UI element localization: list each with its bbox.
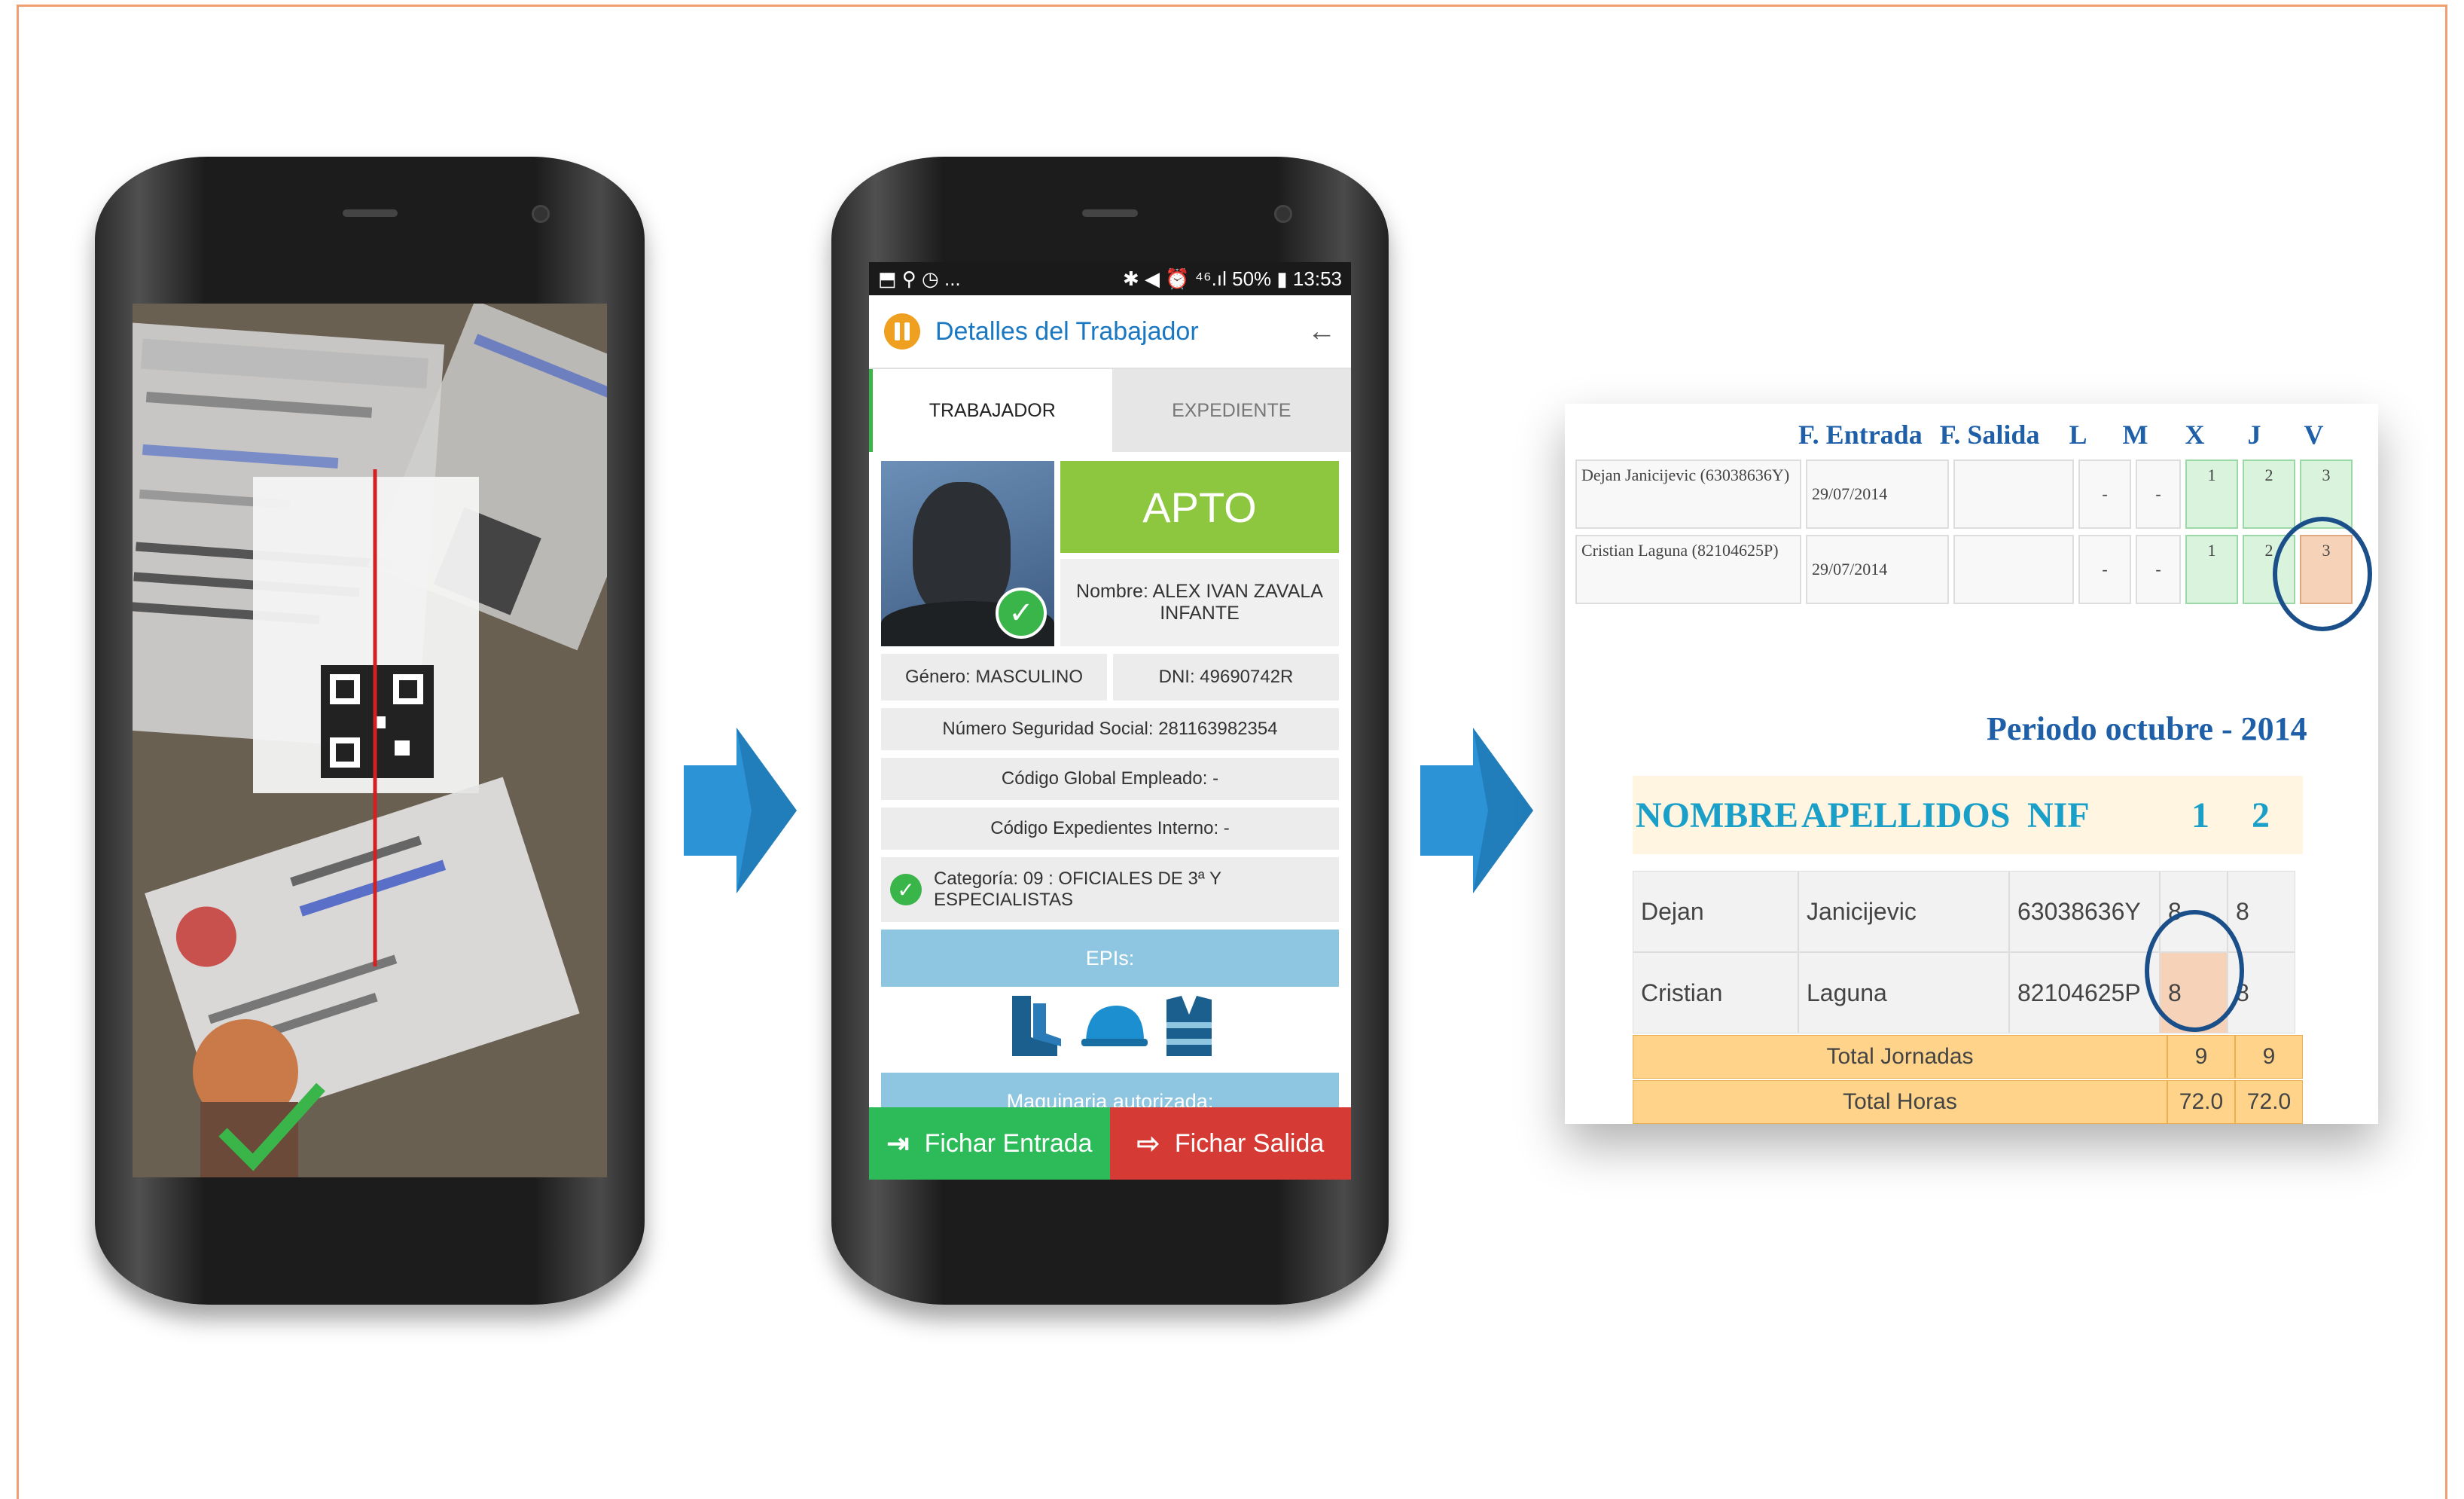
worker-cell: Dejan Janicijevic (63038636Y): [1575, 459, 1801, 529]
logout-icon: ⇨: [1136, 1128, 1160, 1159]
worker-cell: Cristian Laguna (82104625P): [1575, 535, 1801, 604]
entrada-cell: 29/07/2014: [1806, 535, 1949, 604]
status-left-icons: ⬒ ⚲ ◷ ...: [878, 267, 961, 290]
apellidos-cell: Laguna: [1798, 952, 2009, 1033]
col-nombre: NOMBRE: [1636, 795, 1798, 835]
col-v: V: [2304, 420, 2324, 450]
monthly-table-header: NOMBRE APELLIDOS NIF 1 2: [1633, 776, 2303, 854]
total-jornadas-label: Total Jornadas: [1633, 1035, 2167, 1079]
bottom-actions: ⇥ Fichar Entrada ⇨ Fichar Salida: [869, 1107, 1351, 1180]
boots-icon: [1012, 996, 1061, 1056]
day2-cell: 8: [2228, 871, 2295, 952]
helmet-icon: [1081, 1006, 1148, 1046]
scanner-screen: [133, 304, 607, 1177]
vest-icon: [1166, 996, 1212, 1056]
nif-cell: 82104625P: [2009, 952, 2160, 1033]
col-l: L: [2069, 420, 2086, 450]
table-row: Cristian Laguna (82104625P) 29/07/2014 -…: [1575, 535, 2353, 604]
status-bar: ⬒ ⚲ ◷ ... ✱ ◀ ⏰ ⁴⁶.ıl 50% ▮ 13:53: [869, 262, 1351, 295]
m-cell: -: [2136, 535, 2181, 604]
fichar-salida-label: Fichar Salida: [1174, 1128, 1325, 1158]
back-arrow-icon[interactable]: ←: [1307, 316, 1336, 348]
attendance-report: F. Entrada F. Salida L M X J V Dejan Jan…: [1565, 404, 2378, 1124]
j-cell: 2: [2243, 459, 2295, 529]
col-x: X: [2185, 420, 2205, 450]
fichar-salida-button[interactable]: ⇨ Fichar Salida: [1110, 1107, 1351, 1180]
col-apellidos: APELLIDOS: [1801, 795, 2011, 835]
m-cell: -: [2136, 459, 2181, 529]
total-horas-label: Total Horas: [1633, 1080, 2167, 1124]
category-text: Categoría: 09 : OFICIALES DE 3ª Y ESPECI…: [934, 869, 1221, 910]
status-right-icons: ✱ ◀ ⏰ ⁴⁶.ıl 50% ▮ 13:53: [1122, 267, 1342, 290]
app-screen: ⬒ ⚲ ◷ ... ✱ ◀ ⏰ ⁴⁶.ıl 50% ▮ 13:53 Detall…: [869, 262, 1351, 1180]
page-title: Detalles del Trabajador: [935, 316, 1199, 346]
salida-cell: [1953, 535, 2074, 604]
entrada-cell: 29/07/2014: [1806, 459, 1949, 529]
scanned-cards-photo: [133, 304, 607, 1177]
arrow-right-icon: [1420, 728, 1533, 893]
highlight-circle: [2145, 910, 2244, 1032]
worker-photo: ✓: [881, 461, 1054, 646]
tab-bar: TRABAJADOR EXPEDIENTE: [869, 369, 1351, 452]
internal-code-field: Código Expedientes Interno: -: [881, 808, 1339, 850]
epis-header: EPIs:: [881, 930, 1339, 987]
verified-check-icon: ✓: [996, 588, 1047, 639]
login-icon: ⇥: [886, 1128, 910, 1159]
col-m: M: [2122, 420, 2148, 450]
tab-trabajador[interactable]: TRABAJADOR: [869, 369, 1112, 452]
phone-scanner: [95, 157, 645, 1305]
highlight-circle: [2273, 517, 2372, 631]
status-badge: APTO: [1060, 461, 1339, 553]
category-check-icon: ✓: [890, 874, 922, 905]
col-salida: F. Salida: [1939, 420, 2040, 450]
total-horas-1: 72.0: [2167, 1080, 2235, 1124]
epis-icons: [881, 987, 1339, 1065]
col-entrada: F. Entrada: [1798, 420, 1923, 450]
nombre-cell: Dejan: [1633, 871, 1798, 952]
total-jornadas-2: 9: [2235, 1035, 2303, 1079]
tab-expediente[interactable]: EXPEDIENTE: [1112, 369, 1351, 452]
col-day-1: 1: [2191, 795, 2209, 835]
fichar-entrada-label: Fichar Entrada: [924, 1128, 1093, 1158]
total-horas-2: 72.0: [2235, 1080, 2303, 1124]
x-cell: 1: [2185, 535, 2238, 604]
nombre-cell: Cristian: [1633, 952, 1798, 1033]
dni-field: DNI: 49690742R: [1113, 654, 1339, 701]
col-day-2: 2: [2252, 795, 2270, 835]
arrow-right-icon: [684, 728, 797, 893]
col-nif: NIF: [2027, 795, 2090, 835]
l-cell: -: [2078, 459, 2131, 529]
nif-cell: 63038636Y: [2009, 871, 2160, 952]
app-bar: Detalles del Trabajador ←: [869, 295, 1351, 369]
fichar-entrada-button[interactable]: ⇥ Fichar Entrada: [869, 1107, 1110, 1180]
gender-field: Género: MASCULINO: [881, 654, 1107, 701]
total-jornadas-1: 9: [2167, 1035, 2235, 1079]
total-horas-row: Total Horas 72.0 72.0: [1633, 1080, 2303, 1124]
table-row: Dejan Janicijevic (63038636Y) 29/07/2014…: [1575, 459, 2353, 529]
col-j: J: [2247, 420, 2261, 450]
salida-cell: [1953, 459, 2074, 529]
l-cell: -: [2078, 535, 2131, 604]
global-code-field: Código Global Empleado: -: [881, 758, 1339, 800]
period-title: Periodo octubre - 2014: [1987, 710, 2307, 747]
category-field: ✓ Categoría: 09 : OFICIALES DE 3ª Y ESPE…: [881, 857, 1339, 922]
worker-name: Nombre: ALEX IVAN ZAVALA INFANTE: [1060, 559, 1339, 646]
total-jornadas-row: Total Jornadas 9 9: [1633, 1035, 2303, 1079]
weekly-table-header: F. Entrada F. Salida L M X J V: [1798, 419, 2323, 450]
app-logo-icon: [884, 313, 920, 350]
apellidos-cell: Janicijevic: [1798, 871, 2009, 952]
phone-app: ⬒ ⚲ ◷ ... ✱ ◀ ⏰ ⁴⁶.ıl 50% ▮ 13:53 Detall…: [831, 157, 1389, 1305]
nss-field: Número Seguridad Social: 281163982354: [881, 708, 1339, 750]
x-cell: 1: [2185, 459, 2238, 529]
